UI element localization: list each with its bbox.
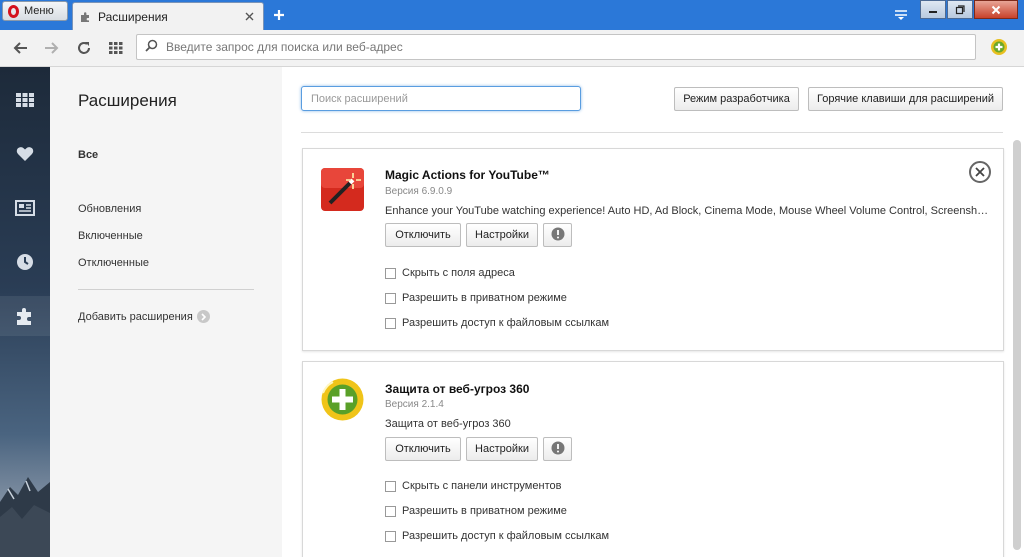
option-allow-file-urls[interactable]: Разрешить доступ к файловым ссылкам (385, 530, 609, 542)
search-icon (145, 39, 158, 55)
remove-extension-button[interactable] (969, 161, 991, 183)
menu-label: Меню (24, 5, 54, 17)
web-protection-360-icon (320, 377, 365, 422)
nav-item-enabled[interactable]: Включенные (78, 230, 143, 242)
extension-hotkeys-button[interactable]: Горячие клавиши для расширений (808, 87, 1003, 111)
new-tab-button[interactable] (270, 6, 288, 24)
report-button[interactable] (543, 437, 572, 461)
search-extensions-input[interactable] (301, 86, 581, 111)
option-label: Разрешить доступ к файловым ссылкам (402, 317, 610, 329)
address-input[interactable] (166, 40, 975, 54)
web-protection-360-icon[interactable] (990, 38, 1008, 56)
checkbox[interactable] (385, 292, 396, 304)
option-label: Разрешить доступ к файловым ссылкам (402, 530, 610, 542)
forward-button[interactable] (42, 39, 62, 57)
reload-button[interactable] (74, 39, 94, 57)
header-divider (301, 132, 1003, 133)
report-button[interactable] (543, 223, 572, 247)
page-title: Расширения (78, 91, 177, 110)
extension-description: Защита от веб-угроз 360 (385, 418, 511, 430)
settings-button[interactable]: Настройки (466, 437, 538, 461)
settings-button[interactable]: Настройки (466, 223, 538, 247)
option-hide-from-address[interactable]: Скрыть с поля адреса (385, 267, 515, 279)
arrow-right-icon (196, 310, 210, 323)
option-label: Разрешить в приватном режиме (402, 505, 567, 517)
tab-title: Расширения (98, 9, 168, 24)
extension-version: Версия 2.1.4 (385, 399, 444, 410)
address-bar[interactable] (136, 34, 976, 60)
extension-card-360-protection: Защита от веб-угроз 360 Версия 2.1.4 Защ… (302, 361, 1004, 557)
disable-button[interactable]: Отключить (385, 223, 461, 247)
checkbox[interactable] (385, 505, 396, 517)
nav-item-disabled[interactable]: Отключенные (78, 257, 149, 269)
puzzle-icon (80, 11, 92, 23)
tab-extensions[interactable]: Расширения (72, 2, 264, 30)
option-hide-from-toolbar[interactable]: Скрыть с панели инструментов (385, 480, 561, 492)
extension-name: Защита от веб-угроз 360 (385, 382, 530, 396)
heart-icon[interactable] (0, 134, 50, 174)
scrollbar[interactable] (1013, 140, 1021, 550)
speed-dial-button[interactable] (106, 39, 126, 57)
disable-button[interactable]: Отключить (385, 437, 461, 461)
extensions-nav: Расширения Все Обновления Включенные Отк… (50, 67, 282, 557)
extension-name: Magic Actions for YouTube™ (385, 168, 550, 182)
option-allow-private[interactable]: Разрешить в приватном режиме (385, 505, 567, 517)
opera-logo-icon (8, 4, 19, 18)
alert-icon (551, 227, 565, 244)
minimize-button[interactable] (920, 0, 946, 19)
alert-icon (551, 441, 565, 458)
magic-wand-icon (320, 167, 365, 212)
speed-dial-icon[interactable] (0, 80, 50, 120)
back-button[interactable] (10, 39, 30, 57)
developer-mode-button[interactable]: Режим разработчика (674, 87, 799, 111)
option-allow-private[interactable]: Разрешить в приватном режиме (385, 292, 567, 304)
opera-menu-button[interactable]: Меню (2, 1, 68, 21)
maximize-button[interactable] (947, 0, 973, 19)
tab-menu-icon[interactable] (892, 6, 910, 24)
nav-item-all[interactable]: Все (78, 149, 98, 161)
add-extensions-link[interactable]: Добавить расширения (78, 310, 210, 323)
option-label: Разрешить в приватном режиме (402, 292, 567, 304)
title-bar: Меню Расширения (0, 0, 1024, 30)
checkbox[interactable] (385, 530, 396, 542)
checkbox[interactable] (385, 480, 396, 492)
tab-close-icon[interactable] (242, 10, 256, 24)
extensions-icon[interactable] (0, 296, 50, 336)
checkbox[interactable] (385, 317, 396, 329)
option-allow-file-urls[interactable]: Разрешить доступ к файловым ссылкам (385, 317, 609, 329)
option-label: Скрыть с панели инструментов (402, 480, 562, 492)
news-icon[interactable] (0, 188, 50, 228)
opera-sidebar (0, 67, 50, 557)
extension-version: Версия 6.9.0.9 (385, 186, 453, 197)
extensions-main: Режим разработчика Горячие клавиши для р… (282, 67, 1024, 557)
extension-card-magic-actions: Magic Actions for YouTube™ Версия 6.9.0.… (302, 148, 1004, 351)
mountain-background (0, 477, 50, 557)
navigation-bar (0, 30, 1024, 67)
option-label: Скрыть с поля адреса (402, 267, 515, 279)
add-extensions-label: Добавить расширения (78, 310, 193, 323)
close-window-button[interactable] (974, 0, 1018, 19)
nav-divider (78, 289, 254, 290)
extension-description: Enhance your YouTube watching experience… (385, 205, 990, 217)
checkbox[interactable] (385, 267, 396, 279)
nav-item-updates[interactable]: Обновления (78, 203, 141, 215)
history-icon[interactable] (0, 242, 50, 282)
